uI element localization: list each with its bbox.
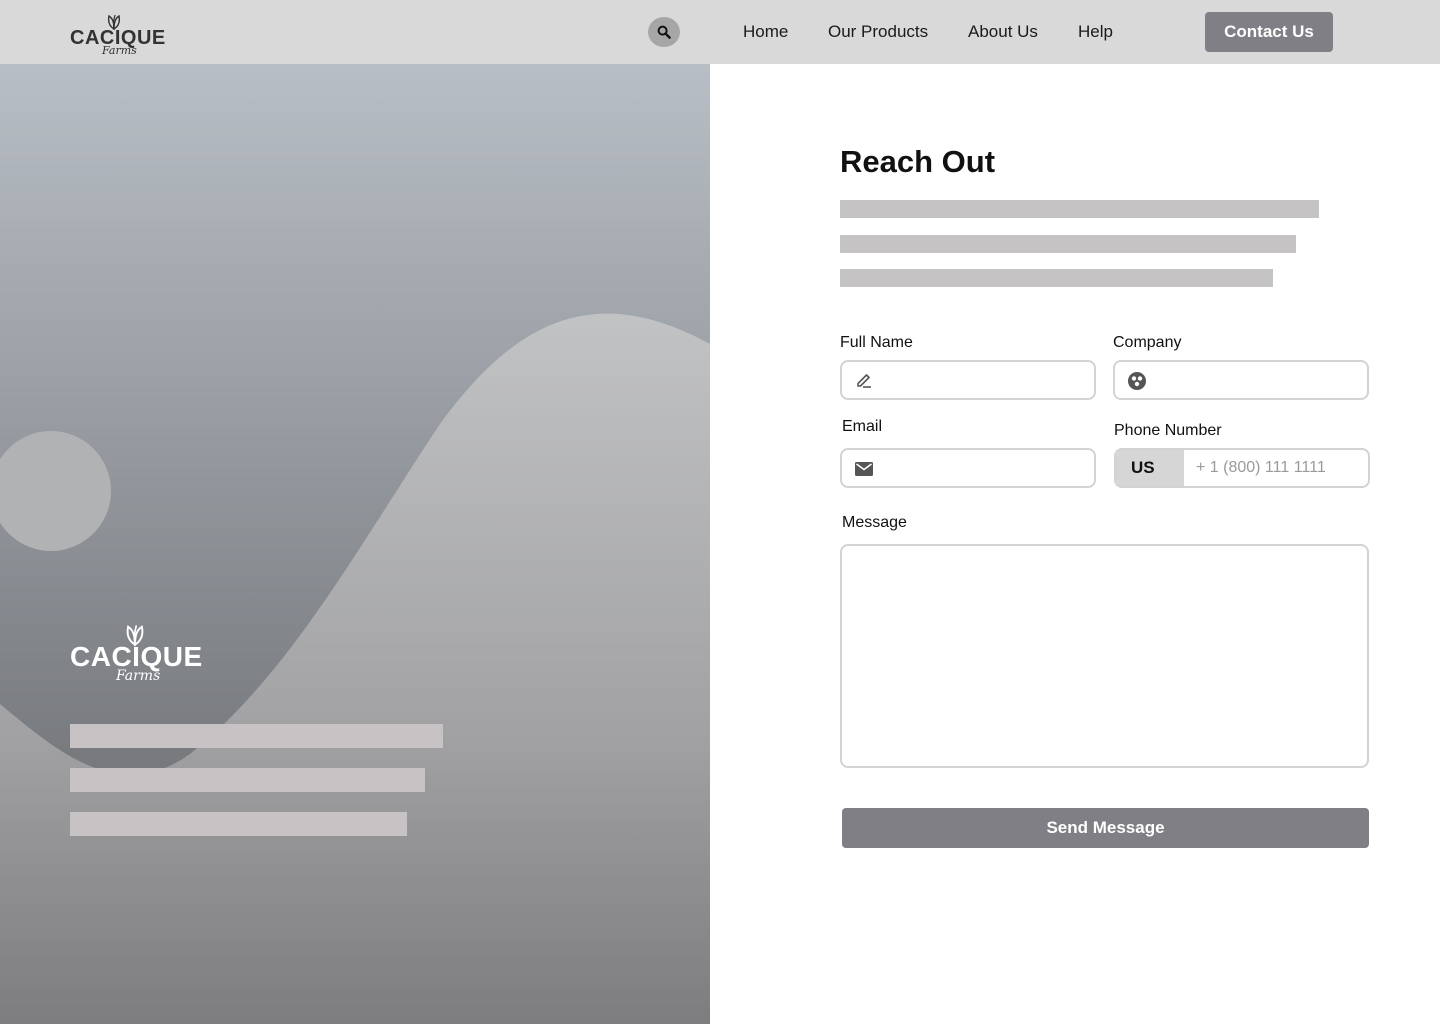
header-logo[interactable]: CACIQUE Farms	[70, 14, 165, 58]
description-placeholder	[840, 200, 1319, 218]
hero-background-shapes	[0, 313, 710, 1024]
email-field[interactable]	[840, 448, 1096, 488]
nav-about-us[interactable]: About Us	[968, 21, 1038, 43]
company-label: Company	[1113, 334, 1182, 351]
phone-label: Phone Number	[1114, 422, 1222, 439]
nav-home[interactable]: Home	[743, 21, 788, 43]
company-field[interactable]	[1113, 360, 1369, 400]
brand-tagline: Farms	[102, 44, 137, 57]
send-message-button[interactable]: Send Message	[842, 808, 1369, 848]
message-field[interactable]	[840, 544, 1369, 768]
hero-text-placeholder	[70, 724, 443, 748]
search-icon	[657, 25, 671, 39]
description-placeholder	[840, 235, 1296, 253]
phone-input[interactable]	[1196, 450, 1366, 486]
hero-text-placeholder	[70, 768, 425, 792]
search-button[interactable]	[648, 17, 680, 47]
phone-field[interactable]: US	[1114, 448, 1370, 488]
hero-brand-tagline: Farms	[116, 668, 161, 684]
message-label: Message	[842, 514, 907, 531]
hero-panel: CACIQUE Farms	[0, 64, 710, 1024]
email-label: Email	[842, 418, 883, 435]
company-icon	[1128, 372, 1146, 390]
email-input[interactable]	[884, 450, 1086, 486]
nav-help[interactable]: Help	[1078, 21, 1113, 43]
envelope-icon	[855, 462, 873, 476]
message-textarea[interactable]	[842, 546, 1367, 766]
full-name-field[interactable]	[840, 360, 1096, 400]
top-navigation-bar: CACIQUE Farms Home Our Products About Us…	[0, 0, 1440, 64]
contact-us-button[interactable]: Contact Us	[1205, 12, 1333, 52]
full-name-label: Full Name	[840, 334, 913, 351]
form-title: Reach Out	[840, 144, 996, 179]
hero-text-placeholder	[70, 812, 407, 836]
full-name-input[interactable]	[884, 362, 1086, 398]
description-placeholder	[840, 269, 1273, 287]
nav-our-products[interactable]: Our Products	[828, 21, 928, 43]
company-input[interactable]	[1157, 362, 1359, 398]
pencil-icon	[857, 374, 871, 388]
hero-logo: CACIQUE Farms	[70, 624, 205, 688]
country-code-select[interactable]: US	[1116, 450, 1184, 486]
